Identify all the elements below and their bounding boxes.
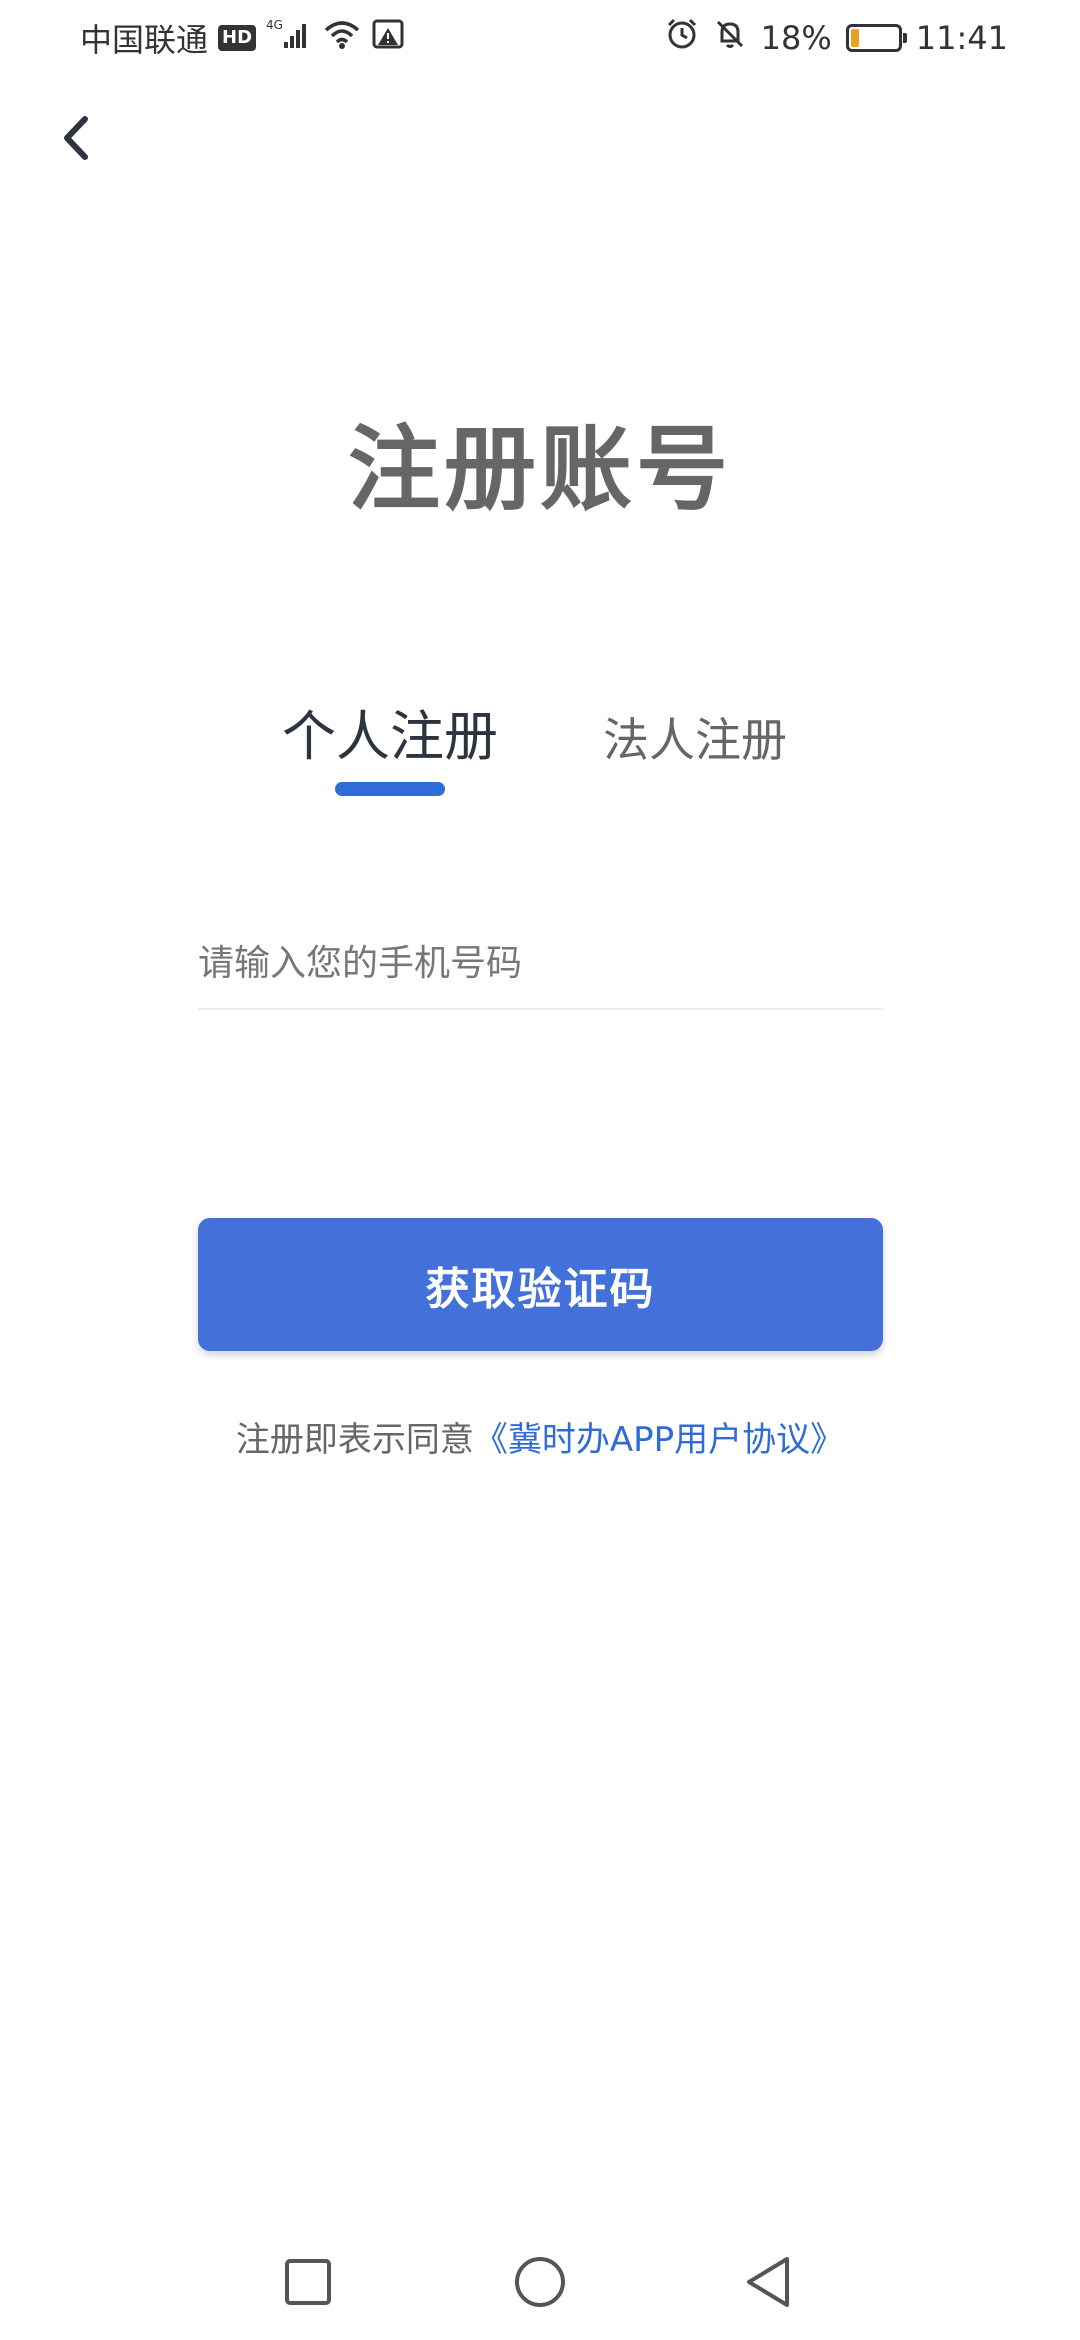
active-tab-indicator — [335, 782, 445, 796]
chevron-left-icon — [57, 113, 93, 167]
hd-badge: HD — [218, 25, 257, 51]
status-bar-left: 中国联通 HD 4G — [80, 14, 406, 62]
svg-text:4G: 4G — [266, 18, 283, 32]
status-bar: 中国联通 HD 4G 18% 11:41 — [0, 0, 1080, 80]
agreement-text: 注册即表示同意《冀时办APP用户协议》 — [0, 1412, 1080, 1461]
image-warning-icon — [372, 18, 406, 58]
system-nav-bar — [0, 2230, 1080, 2340]
recent-apps-button[interactable] — [276, 2252, 340, 2316]
get-verification-code-button[interactable]: 获取验证码 — [198, 1218, 883, 1351]
page-title: 注册账号 — [347, 416, 732, 523]
home-button[interactable] — [508, 2252, 572, 2316]
agreement-prefix: 注册即表示同意 — [235, 1420, 474, 1460]
carrier-label: 中国联通 — [80, 21, 209, 59]
battery-percent: 18% — [760, 19, 832, 57]
clock: 11:41 — [915, 19, 1008, 57]
user-agreement-link[interactable]: 《冀时办APP用户协议》 — [474, 1420, 844, 1460]
tab-legal-register[interactable]: 法人注册 — [595, 704, 795, 770]
triangle-back-icon — [743, 2255, 793, 2313]
alarm-icon — [665, 17, 699, 59]
mute-bell-icon — [713, 17, 747, 59]
back-button[interactable] — [40, 100, 110, 180]
register-tabs: 个人注册 法人注册 — [0, 692, 1080, 812]
wifi-icon — [322, 18, 362, 58]
tab-personal-register[interactable]: 个人注册 — [270, 692, 510, 771]
circle-home-icon — [513, 2255, 567, 2313]
status-bar-right: 18% 11:41 — [665, 14, 1008, 62]
signal-icon: 4G — [266, 18, 312, 58]
battery-icon — [845, 24, 907, 52]
phone-number-input[interactable] — [198, 918, 883, 1010]
battery-fill — [850, 29, 859, 47]
system-back-button[interactable] — [736, 2252, 800, 2316]
square-recent-icon — [283, 2257, 333, 2311]
